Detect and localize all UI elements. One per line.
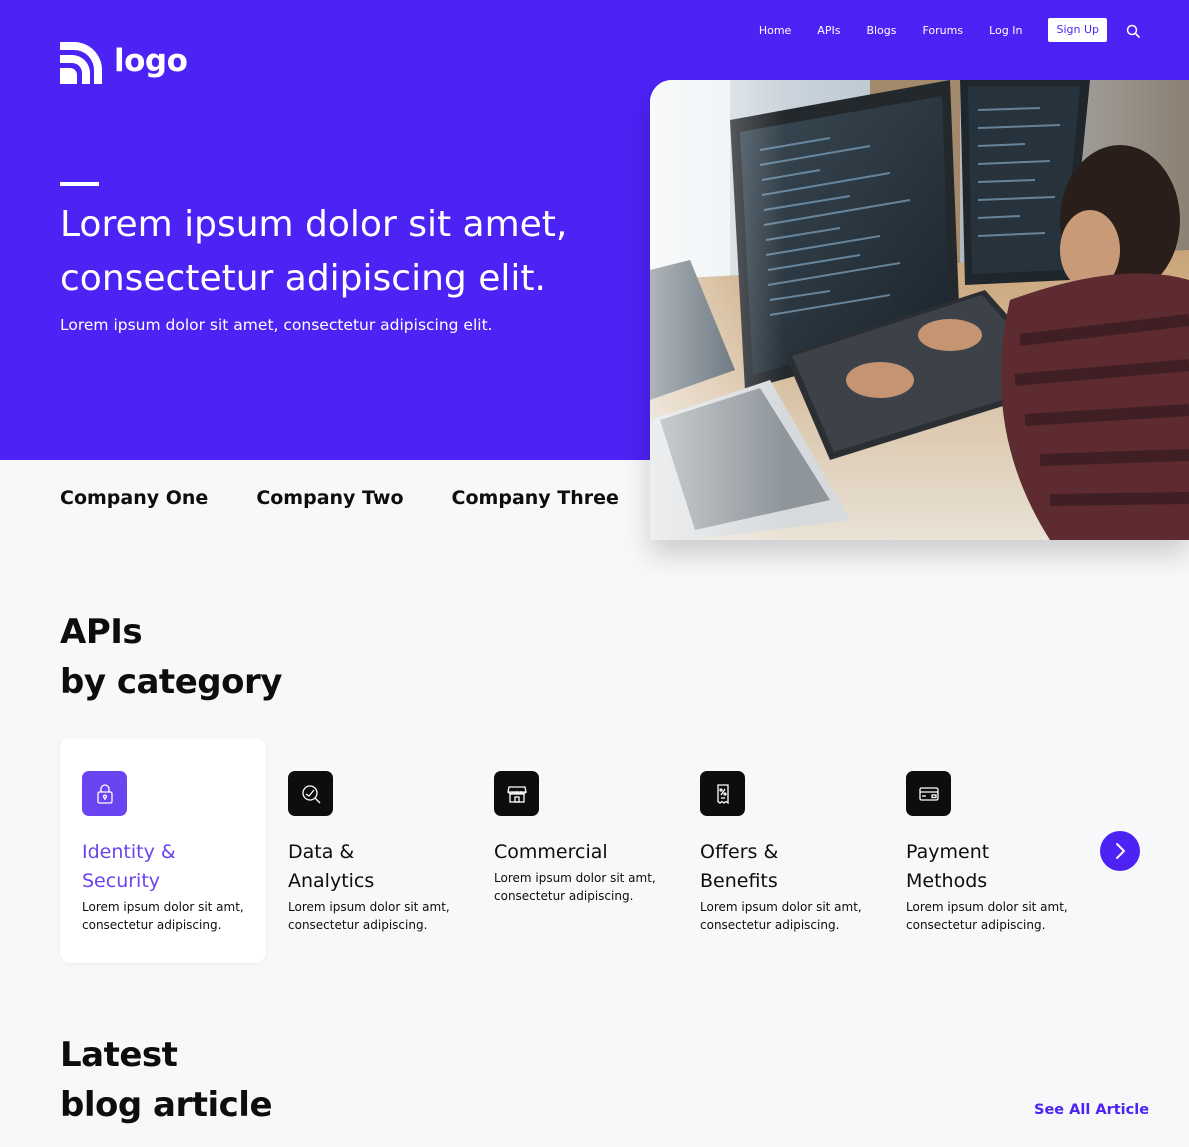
- nav-forums[interactable]: Forums: [922, 24, 963, 37]
- category-title: Payment Methods: [906, 841, 990, 892]
- blog-section-title: Latest blog article: [60, 1030, 273, 1130]
- category-next-button[interactable]: [1100, 831, 1140, 871]
- nav-apis[interactable]: APIs: [817, 24, 840, 37]
- category-description: Lorem ipsum dolor sit amt, consectetur a…: [82, 900, 244, 932]
- hero-title: Lorem ipsum dolor sit amet, consectetur …: [60, 204, 568, 299]
- category-title: Data & Analytics: [288, 841, 375, 892]
- hero-accent-line: [60, 182, 99, 186]
- logo-text: logo: [114, 42, 188, 79]
- developer-at-computer-photo: [650, 80, 1189, 540]
- company-logo: Company Two: [256, 487, 404, 509]
- category-card-commercial[interactable]: Commercial Lorem ipsum dolor sit amt, co…: [472, 738, 678, 963]
- category-description: Lorem ipsum dolor sit amt, consectetur a…: [494, 871, 656, 903]
- blog-title-line2: blog article: [60, 1085, 273, 1125]
- blog-title-line1: Latest: [60, 1035, 178, 1075]
- category-title: Commercial: [494, 841, 608, 863]
- category-description: Lorem ipsum dolor sit amt, consectetur a…: [288, 900, 450, 932]
- category-title: Identity & Security: [82, 841, 176, 892]
- lock-icon: [82, 771, 127, 816]
- company-logo: Company Three: [451, 487, 619, 509]
- credit-card-icon: [906, 771, 951, 816]
- apis-section-title: APIs by category: [60, 607, 282, 707]
- store-icon: [494, 771, 539, 816]
- see-all-articles-link[interactable]: See All Article: [1034, 1102, 1149, 1118]
- nav-blogs[interactable]: Blogs: [866, 24, 896, 37]
- company-logos: Company One Company Two Company Three: [60, 487, 667, 509]
- apis-title-line1: APIs: [60, 612, 143, 652]
- category-card-payment-methods[interactable]: Payment Methods Lorem ipsum dolor sit am…: [884, 738, 1090, 963]
- company-logo: Company One: [60, 487, 209, 509]
- category-card-data-analytics[interactable]: Data & Analytics Lorem ipsum dolor sit a…: [266, 738, 472, 963]
- search-icon[interactable]: [1126, 23, 1140, 38]
- category-card-identity-security[interactable]: Identity & Security Lorem ipsum dolor si…: [60, 738, 266, 963]
- discount-receipt-icon: [700, 771, 745, 816]
- logo[interactable]: logo: [60, 42, 188, 84]
- logo-mark-icon: [60, 42, 102, 84]
- main-nav: Home APIs Blogs Forums Log In Sign Up: [759, 18, 1140, 42]
- signup-button[interactable]: Sign Up: [1048, 18, 1107, 42]
- api-category-list: Identity & Security Lorem ipsum dolor si…: [60, 738, 1090, 963]
- apis-title-line2: by category: [60, 662, 282, 702]
- nav-login[interactable]: Log In: [989, 24, 1022, 37]
- nav-home[interactable]: Home: [759, 24, 791, 37]
- analytics-search-icon: [288, 771, 333, 816]
- category-description: Lorem ipsum dolor sit amt, consectetur a…: [700, 900, 862, 932]
- category-description: Lorem ipsum dolor sit amt, consectetur a…: [906, 900, 1068, 932]
- hero-subtitle: Lorem ipsum dolor sit amet, consectetur …: [60, 316, 493, 334]
- category-title: Offers & Benefits: [700, 841, 779, 892]
- chevron-right-icon: [1116, 843, 1125, 859]
- category-card-offers-benefits[interactable]: Offers & Benefits Lorem ipsum dolor sit …: [678, 738, 884, 963]
